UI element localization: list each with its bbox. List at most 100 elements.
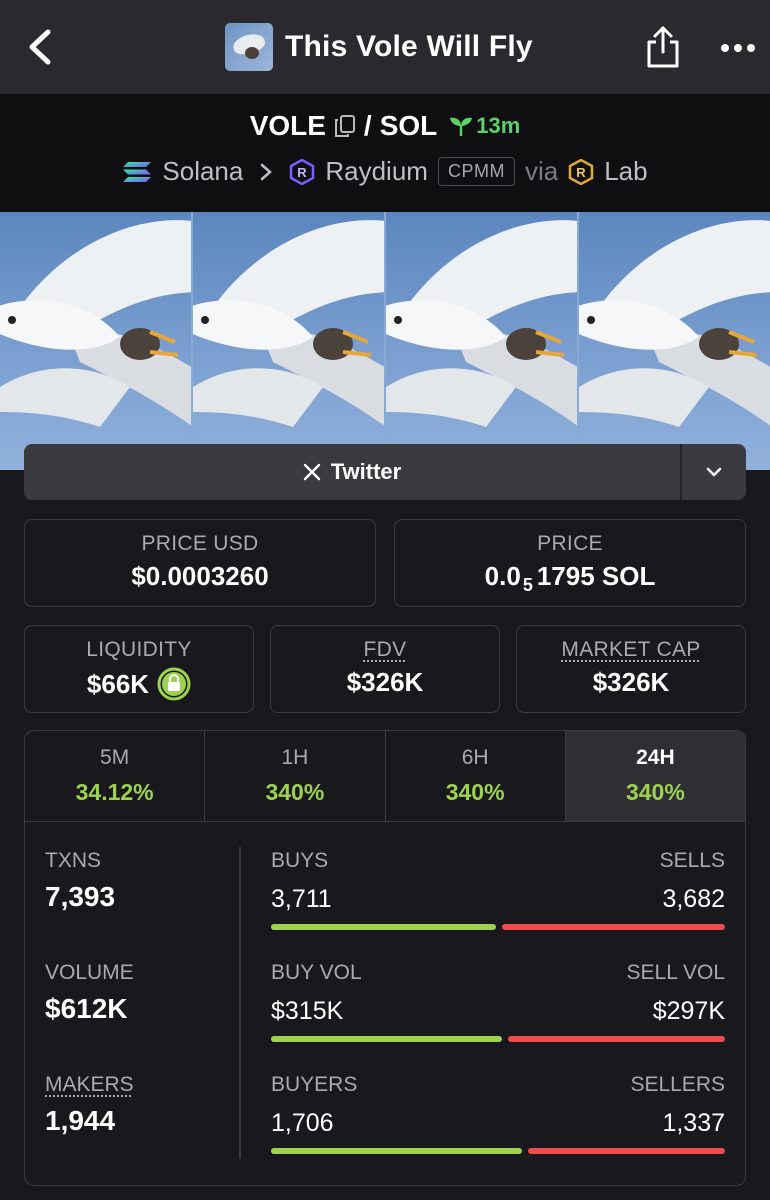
chain-link[interactable]: Solana (162, 156, 243, 187)
price-native-card: PRICE 0.0 5 1795 SOL (394, 519, 746, 607)
buys-sells-row: BUYS SELLS 3,711 3,682 (271, 849, 725, 930)
share-icon (647, 26, 679, 68)
buy-vol-bar (271, 1036, 502, 1042)
twitter-button[interactable]: Twitter (24, 444, 680, 500)
banner-image (579, 212, 770, 470)
x-logo-icon (303, 463, 320, 481)
market-cap-card: MARKET CAP $326K (516, 625, 746, 713)
volume-label: VOLUME (45, 961, 134, 984)
page-title: This Vole Will Fly (285, 30, 533, 63)
tab-change: 340% (445, 779, 505, 805)
tab-change: 340% (265, 779, 325, 805)
makers-stat: MAKERS 1,944 (45, 1073, 134, 1137)
solana-icon (123, 161, 152, 182)
tab-5m[interactable]: 5M 34.12% (25, 731, 206, 821)
tab-label: 1H (281, 746, 309, 769)
buy-vol-value: $315K (271, 997, 344, 1025)
buyers-sellers-row: BUYERS SELLERS 1,706 1,337 (271, 1073, 725, 1154)
market-cap-label[interactable]: MARKET CAP (517, 638, 745, 662)
tab-change: 340% (625, 779, 685, 805)
sellers-label: SELLERS (630, 1073, 725, 1096)
price-native-label: PRICE (537, 532, 603, 555)
more-button[interactable] (720, 40, 756, 56)
via-label: via (524, 156, 559, 186)
banner-image (386, 212, 579, 470)
chevron-left-icon (29, 29, 51, 65)
volume-value: $612K (45, 993, 128, 1024)
social-links-bar: Twitter (24, 444, 746, 500)
token-banner (0, 212, 770, 470)
price-native-zero-count: 5 (522, 575, 533, 595)
links-dropdown-button[interactable] (680, 444, 746, 500)
makers-label[interactable]: MAKERS (45, 1073, 134, 1097)
banner-image (193, 212, 386, 470)
buyers-value: 1,706 (271, 1109, 334, 1137)
back-button[interactable] (22, 26, 58, 68)
fdv-value: $326K (346, 667, 424, 697)
liquidity-card: LIQUIDITY $66K (24, 625, 254, 713)
buys-bar (271, 924, 496, 930)
via-link[interactable]: Lab (604, 156, 647, 187)
fdv-label[interactable]: FDV (271, 638, 499, 662)
banner-image (0, 212, 193, 470)
launchlab-icon: R (568, 158, 594, 185)
sellers-bar (528, 1148, 725, 1154)
sprout-icon (450, 117, 473, 136)
tab-24h[interactable]: 24H 340% (565, 731, 745, 821)
twitter-label: Twitter (330, 459, 402, 484)
timeframe-tabs: 5M 34.12% 1H 340% 6H 340% 24H 340% (25, 731, 745, 822)
pair-header: VOLE / SOL 13m Solana R Raydium CPMM via… (0, 94, 770, 212)
svg-text:R: R (577, 165, 587, 180)
buyers-bar (271, 1148, 522, 1154)
volume-stat: VOLUME $612K (45, 961, 134, 1025)
tab-change: 34.12% (75, 779, 154, 805)
price-native-digits: 1795 SOL (536, 561, 656, 591)
top-bar: This Vole Will Fly (0, 0, 770, 94)
pair-line: VOLE / SOL 13m (0, 110, 770, 142)
title-group: This Vole Will Fly (225, 23, 533, 71)
makers-value: 1,944 (45, 1105, 116, 1136)
price-native-prefix: 0.0 (484, 561, 521, 591)
buys-label: BUYS (271, 849, 329, 872)
breadcrumb: Solana R Raydium CPMM via R Lab (0, 156, 770, 187)
pair-separator: / (363, 110, 372, 141)
pair-age-value: 13m (476, 113, 521, 138)
share-button[interactable] (644, 24, 682, 70)
sellers-value: 1,337 (662, 1109, 725, 1137)
more-dots-icon (721, 44, 755, 52)
pool-type-badge: CPMM (437, 157, 515, 186)
buys-value: 3,711 (271, 885, 332, 913)
buy-vol-label: BUY VOL (271, 961, 362, 984)
tab-label: 5M (100, 746, 130, 769)
chevron-down-icon (706, 467, 722, 477)
chevron-right-icon (261, 163, 273, 180)
dex-link[interactable]: Raydium (325, 156, 428, 187)
liquidity-value: $66K (86, 668, 150, 699)
volume-split-bar (271, 1036, 725, 1042)
buyers-label: BUYERS (271, 1073, 358, 1096)
column-divider (239, 847, 241, 1159)
market-cap-value: $326K (592, 667, 670, 697)
copy-icon[interactable] (334, 114, 356, 138)
price-usd-value: $0.0003260 (131, 561, 269, 591)
sells-label: SELLS (659, 849, 725, 872)
txns-label: TXNS (45, 849, 102, 872)
quote-symbol: SOL (379, 110, 438, 141)
buyers-sellers-bar (271, 1148, 725, 1154)
volume-split-row: BUY VOL SELL VOL $315K $297K (271, 961, 725, 1042)
liquidity-label: LIQUIDITY (86, 638, 192, 661)
tab-1h[interactable]: 1H 340% (205, 731, 386, 821)
price-usd-label: PRICE USD (141, 532, 259, 555)
sell-vol-label: SELL VOL (626, 961, 725, 984)
tab-6h[interactable]: 6H 340% (386, 731, 566, 821)
sells-bar (502, 924, 725, 930)
fdv-card: FDV $326K (270, 625, 500, 713)
svg-text:R: R (298, 165, 308, 180)
token-avatar (225, 23, 273, 71)
tab-label: 24H (636, 746, 675, 769)
sell-vol-value: $297K (652, 997, 725, 1025)
lock-icon (157, 667, 191, 701)
txns-stat: TXNS 7,393 (45, 849, 115, 913)
raydium-icon: R (290, 158, 315, 185)
stats-panel: 5M 34.12% 1H 340% 6H 340% 24H 340% TXNS … (24, 730, 746, 1186)
